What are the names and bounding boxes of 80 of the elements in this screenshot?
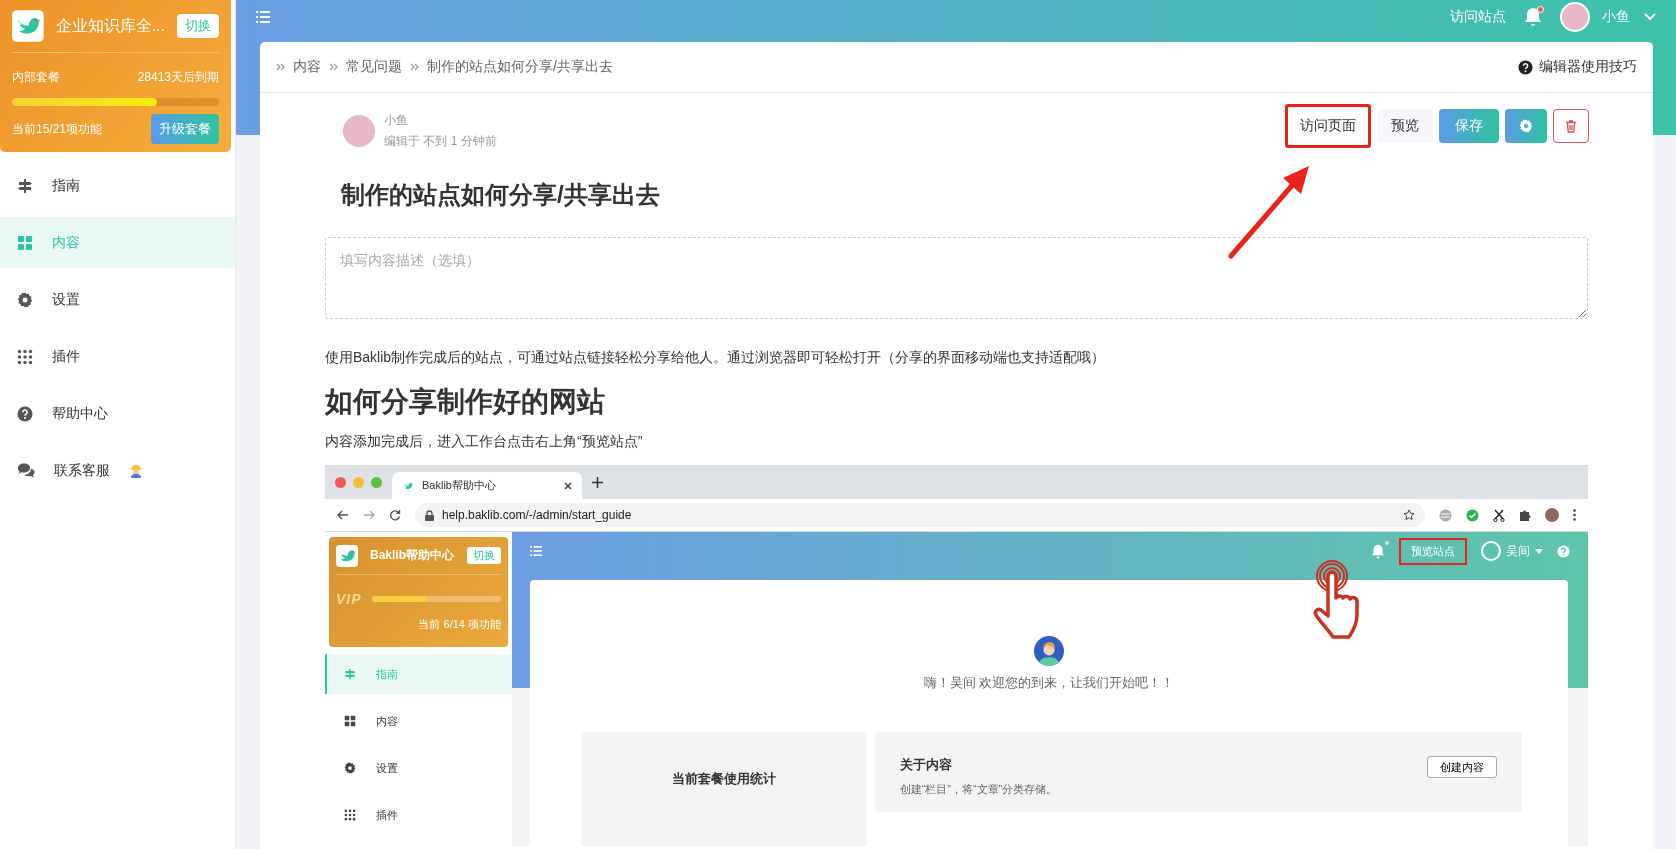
workspace-name: Baklib帮助中心: [370, 547, 455, 564]
breadcrumb-link[interactable]: 常见问题: [346, 58, 402, 76]
grid-icon: [344, 715, 356, 727]
editor-tips-link[interactable]: 编辑器使用技巧: [1518, 58, 1637, 76]
close-icon[interactable]: [564, 481, 572, 490]
preview-button[interactable]: 预览: [1377, 109, 1433, 143]
description-field[interactable]: 填写内容描述（选填）: [325, 237, 1588, 319]
sidebar-item[interactable]: 插件: [325, 795, 512, 835]
gear-icon: [344, 762, 356, 774]
new-tab-icon[interactable]: [592, 477, 603, 488]
worker-emoji-icon: [129, 463, 143, 478]
menu-icon[interactable]: [530, 546, 542, 556]
profile-avatar[interactable]: [1545, 508, 1559, 522]
notification-bell-icon[interactable]: [1524, 7, 1542, 27]
breadcrumb-link[interactable]: 制作的站点如何分享/共享出去: [427, 58, 613, 76]
author-name: 小鱼: [384, 112, 409, 129]
sidebar-item[interactable]: 插件: [0, 331, 235, 382]
expiry-text: 28413天后到期: [137, 69, 219, 86]
chat-bubbles-icon: [17, 462, 35, 479]
forward-arrow-icon[interactable]: [363, 510, 375, 520]
sidebar-item[interactable]: 联系客服: [0, 445, 235, 496]
close-window-button[interactable]: [335, 477, 346, 488]
star-icon[interactable]: [1403, 509, 1415, 521]
breadcrumb-link[interactable]: 内容: [293, 58, 321, 76]
chevron-down-icon[interactable]: [1644, 13, 1656, 21]
grid-icon: [17, 234, 33, 251]
sidebar-item[interactable]: 指南: [0, 160, 235, 211]
caret-down-icon[interactable]: [1535, 548, 1543, 554]
create-content-button[interactable]: 创建内容: [1427, 756, 1497, 778]
settings-button[interactable]: [1505, 109, 1547, 143]
help-icon: [17, 405, 33, 422]
panel-description: 创建“栏目”，将“文章”分类存储。: [899, 782, 1058, 797]
check-extension-icon[interactable]: [1466, 508, 1479, 522]
plan-name: 内部套餐: [12, 69, 60, 86]
user-avatar[interactable]: [1481, 541, 1501, 561]
vip-label: VIP: [336, 591, 362, 607]
help-icon[interactable]: [1557, 544, 1570, 558]
paragraph: 内容添加完成后，进入工作台点击右上角“预览站点”: [325, 433, 644, 451]
author-avatar: [343, 115, 375, 147]
trash-icon: [1565, 119, 1577, 133]
reload-icon[interactable]: [389, 509, 401, 521]
paragraph: 使用Baklib制作完成后的站点，可通过站点链接轻松分享给他人。通过浏览器即可轻松打开（分享的界面移动端也支持适配哦）: [325, 349, 1107, 367]
more-vertical-icon[interactable]: [1573, 509, 1576, 521]
menu-icon[interactable]: [256, 11, 270, 23]
gear-icon: [17, 291, 33, 308]
globe-extension-icon[interactable]: [1439, 508, 1452, 522]
browser-tab[interactable]: Baklib帮助中心: [392, 472, 582, 499]
help-icon: [1518, 59, 1533, 75]
edited-time: 编辑于 不到 1 分钟前: [384, 133, 497, 150]
url-text: help.baklib.com/-/admin/start_guide: [442, 508, 632, 522]
sidebar-item[interactable]: 设置: [0, 274, 235, 325]
double-chevron-icon: [410, 63, 419, 71]
maximize-window-button[interactable]: [371, 477, 382, 488]
page-title[interactable]: 制作的站点如何分享/共享出去: [341, 179, 1588, 211]
greeting-text: 嗨！吴间 欢迎您的到来，让我们开始吧！！: [923, 674, 1175, 692]
sidebar-item[interactable]: 内容: [325, 701, 512, 741]
section-heading: 如何分享制作好的网站: [325, 385, 606, 419]
bird-logo-icon: [12, 10, 44, 42]
address-bar[interactable]: help.baklib.com/-/admin/start_guide: [415, 503, 1425, 527]
puzzle-icon[interactable]: [1519, 509, 1531, 521]
dots-grid-icon: [17, 348, 33, 365]
signpost-icon: [344, 668, 356, 680]
delete-button[interactable]: [1553, 109, 1589, 143]
double-chevron-icon: [276, 63, 285, 71]
usage-text: 当前 6/14 项功能: [417, 617, 501, 632]
user-avatar[interactable]: [1560, 2, 1590, 32]
lock-icon: [425, 509, 434, 521]
back-arrow-icon[interactable]: [337, 510, 349, 520]
gear-icon: [1519, 119, 1533, 133]
dots-grid-icon: [344, 809, 356, 821]
panel-title: 关于内容: [899, 756, 953, 774]
double-chevron-icon: [329, 63, 338, 71]
bird-logo-icon: [336, 544, 358, 567]
sidebar-item[interactable]: 设置: [325, 748, 512, 788]
panel-title: 当前套餐使用统计: [671, 771, 776, 786]
sidebar-item[interactable]: 帮助中心: [0, 388, 235, 439]
scissors-icon[interactable]: [1493, 508, 1505, 522]
workspace-name: 企业知识库全...: [55, 15, 165, 36]
signpost-icon: [17, 177, 33, 194]
usage-text: 当前15/21项功能: [12, 120, 103, 138]
